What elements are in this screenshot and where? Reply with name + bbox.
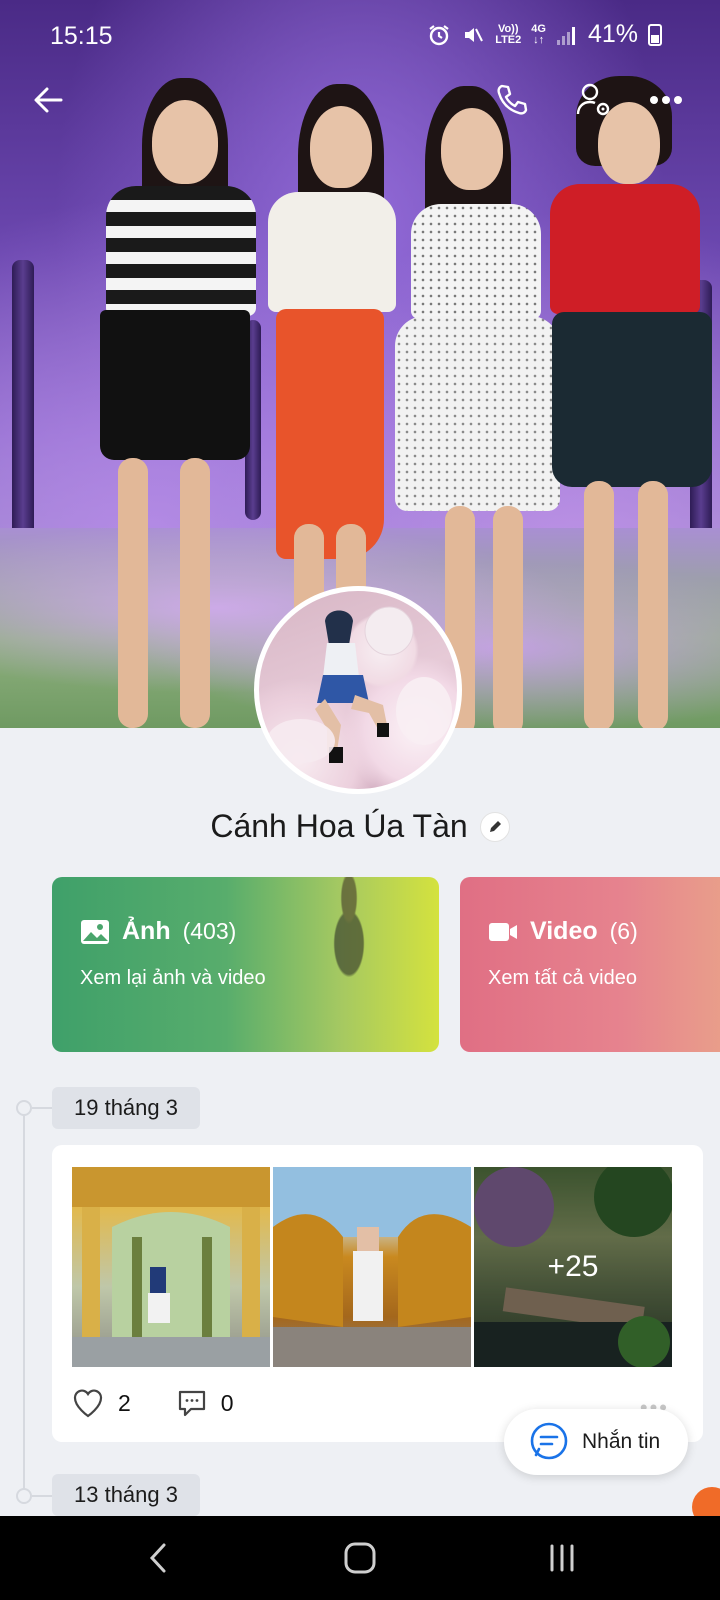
edit-name-button[interactable] [479,811,510,842]
top-action-bar [0,74,720,134]
signal-icon [556,26,575,45]
battery-icon [648,23,662,46]
date-chip: 13 tháng 3 [52,1474,200,1516]
like-count: 2 [118,1389,131,1416]
avatar-figure [267,606,452,763]
photos-count: (403) [182,918,237,944]
cover-person [540,76,720,728]
timeline-dot [16,1488,32,1504]
video-camera-icon [489,922,517,941]
photos-title: Ảnh [122,917,171,945]
post-photo-more[interactable]: +25 [474,1167,672,1367]
send-message-label: Nhắn tin [582,1430,661,1453]
post-photo[interactable] [72,1167,270,1367]
chat-bubble-icon [530,1422,568,1460]
comment-count: 0 [220,1389,234,1416]
videos-subtitle: Xem tất cả video [488,967,637,989]
nav-recents-button[interactable] [502,1516,622,1600]
more-options-button[interactable] [640,74,692,126]
status-bar: 15:15 Vo)) LTE2 4G ↓↑ 41% [0,0,720,72]
home-icon [344,1542,376,1574]
nav-back-button[interactable] [98,1516,218,1600]
send-message-button[interactable]: Nhắn tin [504,1409,688,1475]
network-4g-indicator: 4G ↓↑ [531,22,546,46]
profile-avatar[interactable] [254,586,462,794]
post-reactions: 2 0 [72,1388,234,1418]
system-navigation-bar [0,1516,720,1600]
comment-button[interactable]: 0 [177,1388,234,1418]
temple-gate-illustration [72,1167,270,1367]
photos-card-preview [299,877,399,1052]
timeline-connector [32,1495,54,1497]
arrow-left-icon [34,87,63,113]
photos-card-title-row: Ảnh (403) [80,917,236,946]
status-icons: Vo)) LTE2 4G ↓↑ 41% [427,20,662,49]
comment-icon [178,1390,205,1417]
videos-count: (6) [609,918,638,944]
dragon-bridge-illustration [273,1167,471,1367]
pencil-icon [489,820,501,832]
videos-card[interactable]: Video (6) Xem tất cả video [460,877,720,1052]
phone-icon [497,84,528,115]
back-button[interactable] [22,74,74,126]
profile-name: Cánh Hoa Úa Tàn [210,808,468,844]
volte-indicator: Vo)) LTE2 [495,22,522,46]
call-button[interactable] [486,74,538,126]
mute-icon [465,27,484,42]
timeline-post[interactable]: +25 2 0 ••• [52,1145,703,1442]
timeline-line [23,1106,25,1496]
heart-icon [73,1389,103,1418]
recents-icon [550,1544,574,1572]
more-horizontal-icon [650,96,682,104]
profile-settings-button[interactable] [568,74,620,126]
cover-tree [12,260,34,560]
like-button[interactable]: 2 [72,1388,131,1418]
image-icon [81,919,109,944]
date-chip: 19 tháng 3 [52,1087,200,1129]
chevron-left-icon [149,1543,166,1573]
post-photo[interactable] [273,1167,471,1367]
photos-card[interactable]: Ảnh (403) Xem lại ảnh và video [52,877,439,1052]
user-settings-icon [576,83,610,116]
alarm-icon [429,24,449,45]
more-photos-count: +25 [474,1167,672,1367]
cover-person [70,78,270,728]
profile-name-row: Cánh Hoa Úa Tàn [0,808,720,845]
videos-title: Video [530,917,598,945]
timeline-dot [16,1100,32,1116]
videos-card-title-row: Video (6) [488,917,638,946]
battery-percent: 41% [587,20,638,48]
timeline-connector [32,1107,54,1109]
nav-home-button[interactable] [300,1516,420,1600]
status-time: 15:15 [50,22,113,50]
photos-subtitle: Xem lại ảnh và video [80,967,266,989]
